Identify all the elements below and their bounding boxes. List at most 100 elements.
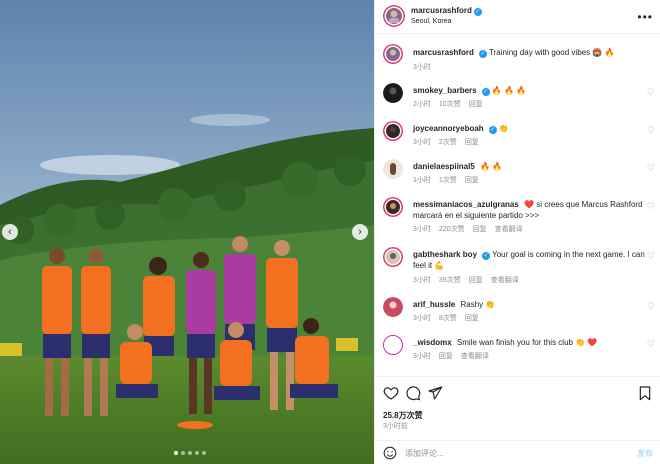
caption-username[interactable]: marcusrashford	[413, 48, 474, 57]
comment-meta: 3小时 220次赞 回复 查看翻译	[413, 224, 523, 234]
comment-meta: 2小时 10次赞 回复	[413, 99, 483, 109]
caption-body: Training day with good vibes 🏟️ 🔥	[489, 48, 615, 57]
comment-composer: 发布	[375, 440, 660, 464]
instagram-post: ‹ › marcusrashford ✓ Seoul, Korea ••• ma…	[0, 0, 660, 464]
see-translation-button[interactable]: 查看翻译	[495, 224, 523, 234]
post-photo[interactable]: ‹ ›	[0, 0, 374, 464]
comment-text: arif_hussle Rashy 👏	[413, 299, 645, 310]
post-actions: 25.8万次赞 3小时前	[375, 376, 660, 438]
see-translation-button[interactable]: 查看翻译	[491, 275, 519, 285]
commenter-avatar[interactable]	[383, 247, 403, 267]
comment-text: danielaespiinal5 🔥 🔥	[413, 161, 645, 172]
comment-username[interactable]: _wisdomx	[413, 338, 452, 347]
reply-button[interactable]: 回复	[465, 137, 479, 147]
heart-icon[interactable]: ♡	[647, 251, 655, 262]
comment-username[interactable]: joyceannoryeboah	[413, 124, 484, 133]
see-translation-button[interactable]: 查看翻译	[461, 351, 489, 361]
comment-meta: 3小时 2次赞 回复	[413, 137, 479, 147]
commenter-avatar[interactable]	[383, 83, 403, 103]
comment-text: joyceannoryeboah ✓ 👏	[413, 123, 645, 134]
caption-age: 3小时	[413, 64, 431, 71]
comment-body: 🔥 🔥 🔥	[491, 86, 527, 95]
reply-button[interactable]: 回复	[439, 351, 453, 361]
comment-age: 1小时	[413, 177, 431, 184]
comment-username[interactable]: smokey_barbers	[413, 86, 477, 95]
post-location[interactable]: Seoul, Korea	[411, 18, 451, 25]
comment-icon[interactable]	[405, 385, 421, 401]
comment-likes[interactable]: 8次赞	[439, 313, 457, 323]
comment-username[interactable]: messimaniacos_azulgranas	[413, 200, 519, 209]
commenter-avatar[interactable]	[383, 159, 403, 179]
comment-likes[interactable]: 10次赞	[439, 99, 461, 109]
comment-age: 2小时	[413, 101, 431, 108]
carousel-dots	[174, 451, 206, 455]
commenter-avatar[interactable]	[383, 121, 403, 141]
verified-badge-icon: ✓	[473, 8, 482, 16]
reply-button[interactable]: 回复	[473, 224, 487, 234]
comment-age: 3小时	[413, 226, 431, 233]
comment-likes[interactable]: 39次赞	[439, 275, 461, 285]
chevron-left-icon[interactable]: ‹	[2, 224, 18, 240]
heart-icon[interactable]: ♡	[647, 339, 655, 350]
bookmark-icon[interactable]	[637, 385, 653, 401]
verified-badge-icon: ✓	[482, 252, 491, 260]
comment-likes[interactable]: 220次赞	[439, 224, 465, 234]
comment-likes[interactable]: 1次赞	[439, 175, 457, 185]
caption-text: marcusrashford ✓ Training day with good v…	[413, 47, 645, 58]
chevron-right-icon[interactable]: ›	[352, 224, 368, 240]
heart-icon[interactable]: ♡	[647, 301, 655, 312]
comment-age: 3小时	[413, 315, 431, 322]
carousel-dot-1	[174, 451, 178, 455]
likes-count[interactable]: 25.8万次赞	[383, 410, 423, 421]
reply-button[interactable]: 回复	[469, 275, 483, 285]
emoji-icon[interactable]	[383, 446, 397, 460]
carousel-dot-5	[202, 451, 206, 455]
comment-username[interactable]: gabtheshark boy	[413, 250, 477, 259]
comment-text: smokey_barbers ✓ 🔥 🔥 🔥	[413, 85, 645, 96]
post-header: marcusrashford ✓ Seoul, Korea •••	[375, 0, 660, 34]
reply-button[interactable]: 回复	[465, 175, 479, 185]
comment-age: 3小时	[413, 139, 431, 146]
commenter-avatar[interactable]	[383, 297, 403, 317]
more-options-icon[interactable]: •••	[637, 10, 653, 24]
send-icon[interactable]	[427, 385, 443, 401]
comment-age: 3小时	[413, 277, 431, 284]
comment-meta: 1小时 1次赞 回复	[413, 175, 479, 185]
comment-text: gabtheshark boy ✓ Your goal is coming in …	[413, 249, 645, 271]
verified-badge-icon: ✓	[488, 126, 497, 134]
post-comment-button[interactable]: 发布	[637, 448, 653, 459]
verified-badge-icon: ✓	[478, 50, 487, 58]
author-username[interactable]: marcusrashford	[411, 6, 472, 15]
comment-username[interactable]: arif_hussle	[413, 300, 455, 309]
heart-icon[interactable]: ♡	[647, 201, 655, 212]
author-avatar-small[interactable]	[383, 44, 403, 64]
caption-meta: 3小时	[413, 62, 431, 72]
reply-button[interactable]: 回复	[469, 99, 483, 109]
heart-icon[interactable]	[383, 385, 399, 401]
commenter-avatar[interactable]	[383, 197, 403, 217]
posted-time: 3小时前	[383, 423, 408, 430]
comment-body: Smile wan finish you for this club 👏 ❤️	[456, 338, 598, 347]
comment-text: _wisdomx Smile wan finish you for this c…	[413, 337, 645, 348]
heart-icon[interactable]: ♡	[647, 87, 655, 98]
comment-text: messimaniacos_azulgranas ❤️ si crees que…	[413, 199, 645, 221]
comment-body: 👏	[498, 124, 509, 133]
comment-body: 🔥 🔥	[480, 162, 503, 171]
comment-likes[interactable]: 2次赞	[439, 137, 457, 147]
comment-meta: 3小时 8次赞 回复	[413, 313, 479, 323]
comment-input[interactable]	[405, 446, 605, 460]
carousel-dot-2	[181, 451, 185, 455]
comment-body: Rashy 👏	[460, 300, 496, 309]
reply-button[interactable]: 回复	[465, 313, 479, 323]
comment-username[interactable]: danielaespiinal5	[413, 162, 475, 171]
comment-meta: 3小时 39次赞 回复 查看翻译	[413, 275, 519, 285]
heart-icon[interactable]: ♡	[647, 125, 655, 136]
carousel-dot-3	[188, 451, 192, 455]
training-team-photo	[0, 0, 374, 464]
post-panel: marcusrashford ✓ Seoul, Korea ••• marcusr…	[374, 0, 660, 464]
carousel-dot-4	[195, 451, 199, 455]
heart-icon[interactable]: ♡	[647, 163, 655, 174]
commenter-avatar[interactable]	[383, 335, 403, 355]
author-avatar[interactable]	[383, 5, 405, 27]
comment-meta: 3小时 回复 查看翻译	[413, 351, 489, 361]
